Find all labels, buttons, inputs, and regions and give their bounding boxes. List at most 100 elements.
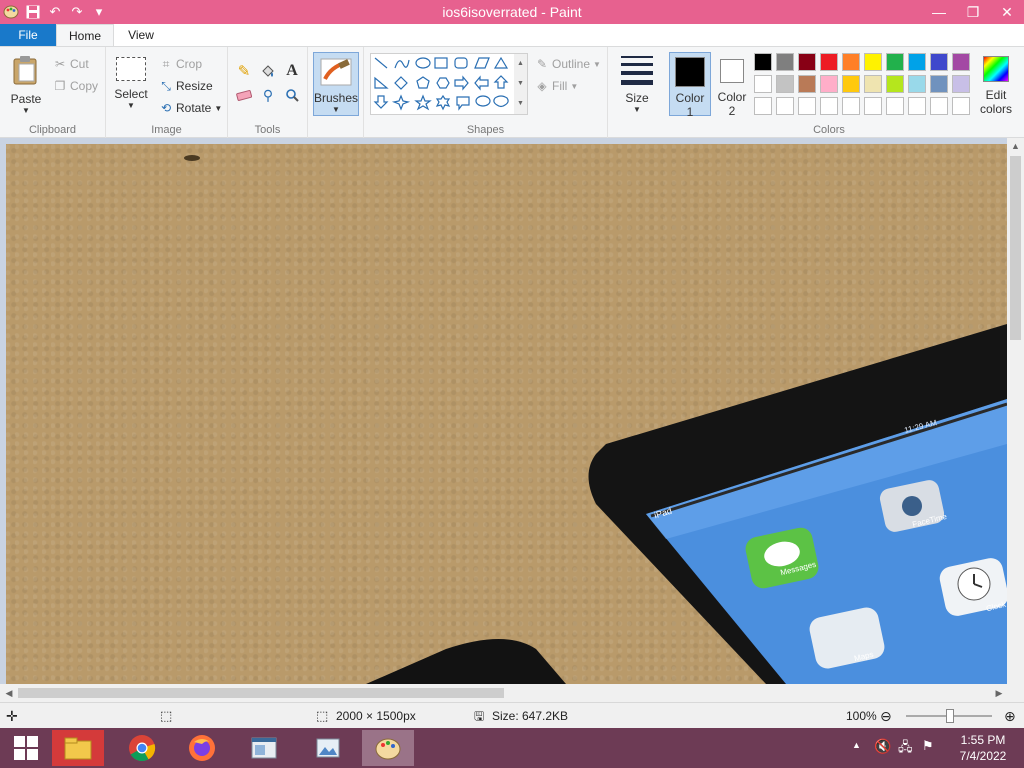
copy-button[interactable]: ❐ Copy — [52, 77, 98, 95]
color-swatch[interactable] — [776, 53, 794, 71]
vertical-scroll-thumb[interactable] — [1010, 156, 1021, 340]
color-swatch[interactable] — [820, 75, 838, 93]
pencil-icon[interactable]: ✎ — [234, 61, 254, 81]
color-swatch[interactable] — [776, 75, 794, 93]
edit-colors-button[interactable]: Edit colors — [976, 52, 1016, 116]
polygon-shape-icon — [474, 57, 490, 69]
color-swatch[interactable] — [908, 53, 926, 71]
color-swatch[interactable] — [886, 53, 904, 71]
vertical-scrollbar[interactable]: ▲ — [1007, 138, 1024, 684]
color-swatch[interactable] — [886, 97, 904, 115]
color-swatch[interactable] — [798, 53, 816, 71]
text-tool-icon[interactable]: A — [282, 61, 302, 81]
color2-button[interactable]: Color 2 — [714, 52, 750, 118]
file-size: Size: 647.2KB — [492, 709, 569, 723]
taskbar-chrome[interactable] — [116, 730, 168, 766]
start-button[interactable] — [0, 730, 52, 766]
left-arrow-shape-icon — [474, 75, 489, 91]
folder-icon — [64, 737, 92, 760]
color-swatch[interactable] — [952, 75, 970, 93]
fill-icon: ◈ — [537, 79, 547, 93]
crop-button[interactable]: ⌗ Crop — [158, 55, 202, 73]
color-swatch[interactable] — [754, 75, 772, 93]
cursor-position-icon: ✛ — [6, 708, 18, 724]
color-swatch[interactable] — [864, 75, 882, 93]
color-swatch[interactable] — [952, 97, 970, 115]
clock[interactable]: 1:55 PM 7/4/2022 — [948, 732, 1018, 764]
color-swatch[interactable] — [842, 75, 860, 93]
color-swatch[interactable] — [864, 97, 882, 115]
color-picker-icon[interactable]: ⚲ — [258, 85, 278, 105]
color-swatch[interactable] — [864, 53, 882, 71]
show-hidden-icons-button[interactable]: ▲ — [852, 740, 861, 750]
color-swatch[interactable] — [754, 53, 772, 71]
scroll-up-icon[interactable]: ▲ — [1007, 138, 1024, 154]
paste-button[interactable]: Paste ▼ — [6, 53, 46, 117]
edit-colors-label-2: colors — [979, 102, 1012, 116]
color-swatch[interactable] — [908, 75, 926, 93]
brushes-label: Brushes — [314, 91, 359, 105]
select-button[interactable]: Select ▼ — [114, 55, 148, 117]
color-swatch[interactable] — [908, 97, 926, 115]
four-point-star-shape-icon — [391, 94, 411, 111]
shapes-scroll-up-icon[interactable]: ▲ — [514, 54, 527, 74]
size-lines-icon — [621, 56, 653, 85]
tab-file[interactable]: File — [0, 24, 56, 46]
shapes-scroll-down-icon[interactable]: ▼ — [514, 74, 527, 94]
resize-button[interactable]: ⤡ Resize — [158, 77, 213, 95]
zoom-in-button[interactable]: ⊕ — [1004, 703, 1016, 729]
scroll-left-icon[interactable]: ◀ — [2, 684, 16, 702]
fill-button[interactable]: ◈ Fill ▼ — [534, 77, 578, 95]
horizontal-scrollbar[interactable]: ◀ ▶ — [0, 684, 1024, 702]
minimize-button[interactable]: — — [922, 0, 956, 24]
size-dropdown-icon: ▼ — [633, 105, 641, 114]
tab-view[interactable]: View — [118, 24, 164, 46]
color-swatch[interactable] — [754, 97, 772, 115]
color-swatch[interactable] — [820, 97, 838, 115]
fill-bucket-icon[interactable] — [258, 61, 278, 81]
close-button[interactable]: ✕ — [990, 0, 1024, 24]
color-swatch[interactable] — [930, 53, 948, 71]
system-tray: ▲ 🔇 🖧 ⚑ 1:55 PM 7/4/2022 — [848, 728, 1024, 768]
color-swatch[interactable] — [842, 97, 860, 115]
eraser-icon[interactable] — [234, 85, 254, 105]
taskbar-firefox[interactable] — [176, 730, 228, 766]
taskbar-app-window[interactable] — [238, 730, 290, 766]
image-canvas[interactable]: 11:29 AM iPad Messages FaceTime Maps Clo… — [6, 144, 1007, 684]
magnifier-icon[interactable] — [282, 85, 302, 105]
zoom-out-button[interactable]: ⊖ — [880, 703, 892, 729]
taskbar-photos[interactable] — [302, 730, 354, 766]
size-button[interactable]: Size ▼ — [612, 52, 662, 116]
color-swatch[interactable] — [798, 97, 816, 115]
shapes-gallery-icons[interactable] — [371, 54, 515, 114]
colors-group: Color 1 Color 2 Edit colors Colors — [664, 47, 1024, 138]
outline-dropdown-icon: ▼ — [593, 59, 601, 69]
color-swatch[interactable] — [952, 53, 970, 71]
color1-button[interactable]: Color 1 — [669, 52, 711, 119]
color-swatch[interactable] — [930, 97, 948, 115]
restore-button[interactable]: ❐ — [956, 0, 990, 24]
taskbar-file-explorer[interactable] — [52, 730, 104, 766]
tab-home[interactable]: Home — [56, 24, 114, 47]
action-center-icon[interactable]: ⚑ — [922, 738, 934, 754]
rotate-button[interactable]: ⟲ Rotate ▼ — [158, 99, 222, 117]
taskbar-paint[interactable] — [362, 730, 414, 766]
network-icon[interactable]: 🖧 — [898, 738, 913, 760]
scroll-right-icon[interactable]: ▶ — [992, 684, 1006, 702]
color-swatch[interactable] — [798, 75, 816, 93]
shapes-more-icon[interactable]: ▼ — [514, 94, 527, 114]
image-dimensions-icon: ⬚ — [316, 708, 329, 723]
brushes-button[interactable]: Brushes ▼ — [313, 52, 359, 116]
color-swatch[interactable] — [886, 75, 904, 93]
color-swatch[interactable] — [842, 53, 860, 71]
zoom-slider-thumb[interactable] — [946, 709, 954, 723]
edit-colors-label: Edit — [985, 88, 1007, 102]
volume-muted-icon[interactable]: 🔇 — [874, 738, 891, 755]
cut-button[interactable]: ✂ Cut — [52, 55, 89, 73]
color-swatch[interactable] — [820, 53, 838, 71]
brushes-dropdown-icon: ▼ — [332, 105, 340, 114]
horizontal-scroll-thumb[interactable] — [18, 688, 504, 698]
color-swatch[interactable] — [930, 75, 948, 93]
color-swatch[interactable] — [776, 97, 794, 115]
outline-button[interactable]: ✎ Outline ▼ — [534, 55, 601, 73]
